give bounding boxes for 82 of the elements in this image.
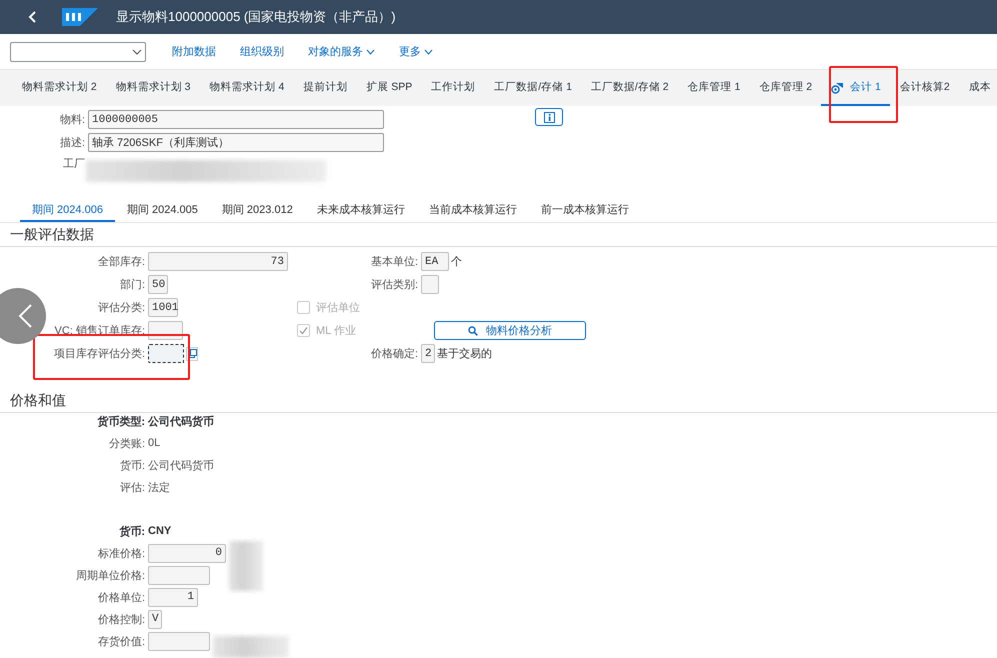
field-label: 评估类别: (370, 278, 418, 292)
tab[interactable]: 提前计划 (293, 70, 356, 106)
chevron-icon (424, 48, 433, 54)
section-title: 一般评估数据 (0, 226, 997, 247)
field-label: 项目库存评估分类: (54, 346, 145, 361)
toolbar-button[interactable]: 组织级别 (228, 40, 296, 64)
input-field[interactable] (421, 275, 439, 294)
menu-button[interactable]: 更多 (387, 40, 445, 64)
field-label: 周期单位价格: (76, 568, 145, 582)
input-field[interactable]: 73 (148, 252, 288, 271)
tab[interactable]: 工作计划 (421, 70, 484, 106)
field-label: 全部库存: (98, 254, 145, 269)
tab[interactable]: 期间 2023.012 (210, 198, 305, 222)
tab[interactable]: 仓库管理 1 (678, 70, 750, 106)
tab[interactable]: 物料需求计划 2 (12, 70, 106, 106)
tab[interactable]: 会计核算2 (890, 70, 959, 106)
input-field[interactable]: V (148, 610, 162, 628)
tab[interactable]: 期间 2024.005 (114, 198, 210, 222)
unit-text: 个 (451, 255, 462, 269)
tab[interactable]: 扩展 SPP (356, 70, 422, 106)
window-title: 显示物料1000000005 (国家电投物资（非产品）) (116, 8, 396, 26)
tab[interactable]: 前一成本核算运行 (528, 198, 641, 222)
field-value: 公司代码货币 (148, 458, 215, 472)
field-value: 公司代码货币 (148, 414, 215, 428)
logo-icon (62, 8, 98, 26)
input-field[interactable]: EA (421, 252, 449, 271)
field-value: CNY (148, 525, 172, 537)
field-label: 评估: (120, 480, 145, 494)
tab[interactable]: 物料需求计划 3 (106, 70, 200, 106)
input-field[interactable]: 2 (421, 344, 435, 363)
field-label: 基本单位: (370, 255, 418, 269)
tab[interactable]: 未来成本核算运行 (304, 198, 417, 222)
chevron-down-icon (132, 48, 142, 56)
back-button[interactable] (0, 288, 46, 344)
tab[interactable]: 工厂数据/存储 2 (580, 70, 678, 106)
field-label: 评估分类: (98, 301, 145, 315)
info-button[interactable] (535, 108, 563, 126)
blur-patch (229, 541, 263, 591)
field-value: 0L (148, 437, 162, 449)
field-label: 标准价格: (98, 546, 145, 560)
menu-button[interactable]: 对象的服务 (296, 40, 387, 64)
checkbox-label: 评估单位 (316, 301, 360, 315)
input-field[interactable]: 1001 (148, 298, 178, 317)
field-label: 货币: (120, 458, 145, 472)
tab[interactable]: 物料需求计划 4 (200, 70, 294, 106)
unit-text: 基于交易的 (437, 346, 492, 361)
search-icon (468, 326, 478, 336)
price-analysis-button[interactable]: 物料价格分析 (434, 321, 586, 340)
input-field[interactable]: 1 (148, 588, 198, 606)
field-label: 价格控制: (98, 612, 145, 626)
checkbox-label: ML 作业 (316, 324, 356, 338)
field-label: 存货价值: (98, 634, 145, 648)
field-label: 工厂 (62, 157, 85, 171)
input-field[interactable] (148, 566, 210, 584)
tab[interactable]: 仓库管理 2 (749, 70, 822, 106)
field-label: 价格确定: (370, 346, 418, 361)
info-icon (544, 112, 554, 122)
field-label: 分类账: (108, 436, 145, 450)
highlight-frame (829, 66, 898, 123)
input-field[interactable]: 50 (148, 275, 168, 294)
chevron-icon (366, 48, 375, 54)
tab[interactable]: 当前成本核算运行 (416, 198, 529, 222)
field-label: 货币类型: (97, 414, 145, 428)
dropdown-field[interactable] (10, 42, 146, 62)
field-label: 价格单位: (98, 590, 145, 604)
tab[interactable]: 会计 1 (821, 70, 890, 106)
input-field[interactable]: 1000000005 (88, 110, 384, 129)
field-label: 物料: (58, 113, 85, 127)
input-field[interactable]: 0 (148, 544, 226, 562)
tab[interactable]: 成本 (958, 70, 997, 106)
field-label: 描述: (58, 136, 85, 150)
tab[interactable]: 期间 2024.006 (20, 198, 115, 222)
field-label: 部门: (120, 278, 145, 292)
accounting-icon (831, 80, 844, 94)
tab[interactable]: 工厂数据/存储 1 (484, 70, 581, 106)
toolbar-button[interactable]: 附加数据 (160, 40, 228, 64)
input-field[interactable] (148, 344, 184, 363)
field-value: 法定 (148, 480, 171, 494)
input-field[interactable] (148, 632, 210, 650)
input-field[interactable]: 轴承 7206SKF（利库测试） (88, 133, 384, 152)
field-label: 货币: (119, 524, 145, 538)
section-title: 价格和值 (0, 392, 997, 413)
